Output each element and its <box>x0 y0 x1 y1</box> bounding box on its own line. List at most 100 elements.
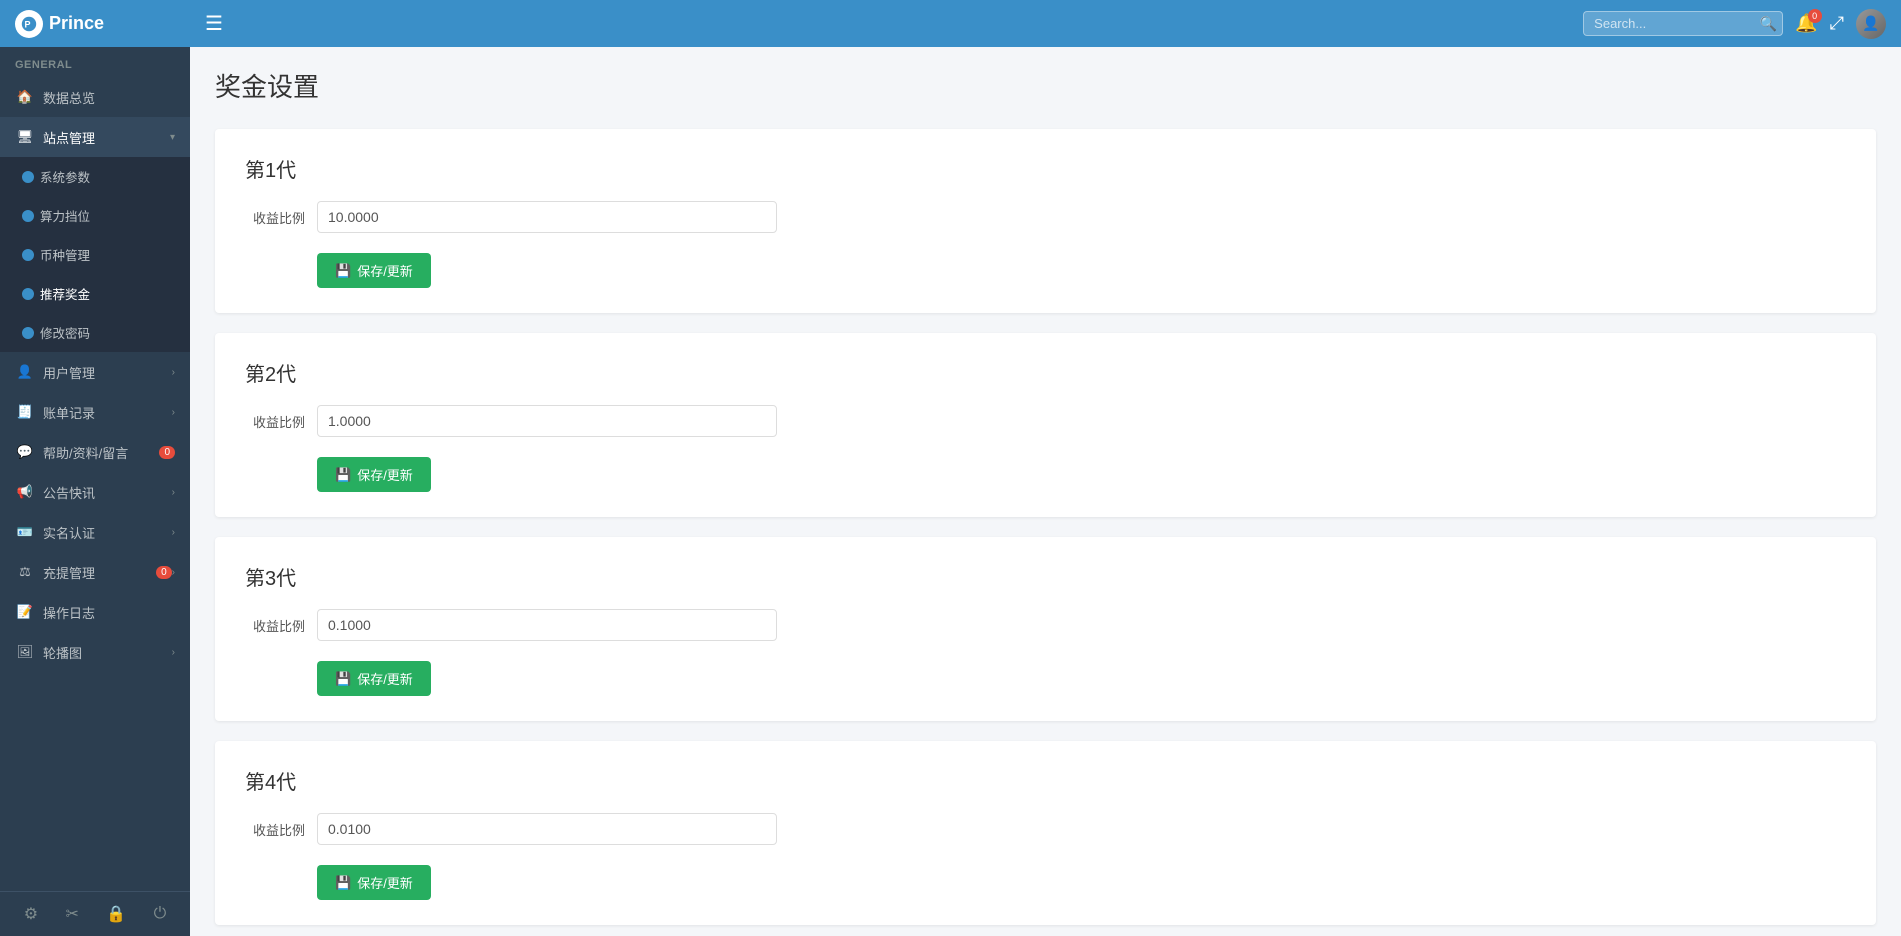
lock-icon[interactable]: 🔒 <box>106 904 126 924</box>
gen-3-input[interactable] <box>317 609 777 641</box>
recharge-badge: 0 <box>156 566 172 579</box>
sidebar-submenu-site: 系统参数 算力挡位 币种管理 推荐奖金 修改密码 <box>0 157 190 352</box>
gen-4-title: 第4代 <box>245 766 1846 795</box>
sidebar-item-operation-log[interactable]: 📝 操作日志 <box>0 592 190 632</box>
sidebar-label-order-records: 账单记录 <box>43 403 172 422</box>
sidebar-label-sys-params: 系统参数 <box>40 167 175 186</box>
chevron-right-icon4: › <box>172 527 175 538</box>
chevron-right-icon: › <box>172 367 175 378</box>
gen-4-input[interactable] <box>317 813 777 845</box>
sidebar-footer: ⚙ ✂ 🔒 ⏻ <box>0 891 190 936</box>
content-area: 奖金设置 第1代 收益比例 💾 保存/更新 第2代 收益比例 💾 保存/更新 <box>190 47 1901 936</box>
gen-2-input[interactable] <box>317 405 777 437</box>
search-icon[interactable]: 🔍 <box>1760 15 1777 32</box>
app-name: Prince <box>49 13 104 34</box>
save-icon-1: 💾 <box>335 263 351 279</box>
monitor-icon: 🖥 <box>15 127 35 147</box>
gen-3-save-label: 保存/更新 <box>357 669 413 688</box>
gen-4-save-button[interactable]: 💾 保存/更新 <box>317 865 431 900</box>
sidebar-label-currency: 币种管理 <box>40 245 175 264</box>
save-icon-2: 💾 <box>335 467 351 483</box>
notification-badge: 0 <box>1808 9 1822 23</box>
menu-toggle-button[interactable]: ☰ <box>205 11 223 36</box>
sidebar-label-change-pw: 修改密码 <box>40 323 175 342</box>
gen-1-save-button[interactable]: 💾 保存/更新 <box>317 253 431 288</box>
gen-1-input[interactable] <box>317 201 777 233</box>
avatar[interactable]: 👤 <box>1856 9 1886 39</box>
sidebar-label-user-management: 用户管理 <box>43 363 172 382</box>
gen-2-label: 收益比例 <box>245 412 305 431</box>
gen-1-title: 第1代 <box>245 154 1846 183</box>
save-icon-4: 💾 <box>335 875 351 891</box>
sidebar-label-real-name: 实名认证 <box>43 523 172 542</box>
sidebar-label-site-management: 站点管理 <box>43 128 170 147</box>
sidebar-label-help: 帮助/资料/留言 <box>43 443 155 462</box>
gen-4-card: 第4代 收益比例 💾 保存/更新 <box>215 741 1876 925</box>
avatar-inner: 👤 <box>1856 9 1886 39</box>
gen-3-title: 第3代 <box>245 562 1846 591</box>
search-input[interactable] <box>1583 11 1783 36</box>
chevron-right-icon6: › <box>172 647 175 658</box>
sidebar-item-order-records[interactable]: 🧾 账单记录 › <box>0 392 190 432</box>
sidebar-label-bonus: 推荐奖金 <box>40 284 175 303</box>
sidebar-label-carousel: 轮播图 <box>43 643 172 662</box>
chevron-right-icon3: › <box>172 487 175 498</box>
sidebar-item-dashboard[interactable]: 🏠 数据总览 <box>0 77 190 117</box>
sidebar-item-change-pw[interactable]: 修改密码 <box>0 313 190 352</box>
sidebar-item-currency[interactable]: 币种管理 <box>0 235 190 274</box>
gen-3-field-row: 收益比例 <box>245 609 1846 641</box>
gen-4-label: 收益比例 <box>245 820 305 839</box>
sidebar-item-real-name[interactable]: 🪪 实名认证 › <box>0 512 190 552</box>
sidebar-item-sys-params[interactable]: 系统参数 <box>0 157 190 196</box>
sidebar-item-announcement[interactable]: 📢 公告快讯 › <box>0 472 190 512</box>
announcement-icon: 📢 <box>15 482 35 502</box>
help-icon: 💬 <box>15 442 35 462</box>
topbar: P Prince ☰ 🔍 🔔 0 ⤢ 👤 <box>0 0 1901 47</box>
help-badge: 0 <box>159 446 175 459</box>
app-logo: P Prince <box>15 10 190 38</box>
sidebar-item-bonus[interactable]: 推荐奖金 <box>0 274 190 313</box>
chevron-down-icon: ▾ <box>170 132 175 143</box>
gen-2-save-button[interactable]: 💾 保存/更新 <box>317 457 431 492</box>
gen-2-save-label: 保存/更新 <box>357 465 413 484</box>
sidebar-label-announcement: 公告快讯 <box>43 483 172 502</box>
gen-1-save-label: 保存/更新 <box>357 261 413 280</box>
sidebar-label-dashboard: 数据总览 <box>43 88 175 107</box>
home-icon: 🏠 <box>15 87 35 107</box>
gen-4-save-label: 保存/更新 <box>357 873 413 892</box>
sidebar-item-hashrate[interactable]: 算力挡位 <box>0 196 190 235</box>
sidebar-item-carousel[interactable]: 🖼 轮播图 › <box>0 632 190 672</box>
main-wrapper: GENERAL 🏠 数据总览 🖥 站点管理 ▾ 系统参数 算力挡位 币种管理 推… <box>0 47 1901 936</box>
tools-icon[interactable]: ✂ <box>65 904 78 924</box>
sidebar-item-site-management[interactable]: 🖥 站点管理 ▾ <box>0 117 190 157</box>
gen-3-save-button[interactable]: 💾 保存/更新 <box>317 661 431 696</box>
gen-1-label: 收益比例 <box>245 208 305 227</box>
sidebar: GENERAL 🏠 数据总览 🖥 站点管理 ▾ 系统参数 算力挡位 币种管理 推… <box>0 47 190 936</box>
logo-icon: P <box>15 10 43 38</box>
scale-icon: ⚖ <box>15 562 35 582</box>
sidebar-item-user-management[interactable]: 👤 用户管理 › <box>0 352 190 392</box>
gen-2-title: 第2代 <box>245 358 1846 387</box>
id-card-icon: 🪪 <box>15 522 35 542</box>
sidebar-label-operation-log: 操作日志 <box>43 603 175 622</box>
gen-3-card: 第3代 收益比例 💾 保存/更新 <box>215 537 1876 721</box>
sidebar-item-help[interactable]: 💬 帮助/资料/留言 0 <box>0 432 190 472</box>
edit-icon: 📝 <box>15 602 35 622</box>
topbar-right: 🔍 🔔 0 ⤢ 👤 <box>1583 9 1886 39</box>
sidebar-label-hashrate: 算力挡位 <box>40 206 175 225</box>
svg-text:P: P <box>25 19 31 29</box>
notification-bell[interactable]: 🔔 0 <box>1795 13 1817 34</box>
gen-1-card: 第1代 收益比例 💾 保存/更新 <box>215 129 1876 313</box>
search-box: 🔍 <box>1583 11 1783 36</box>
settings-icon[interactable]: ⚙ <box>24 904 38 924</box>
gen-2-field-row: 收益比例 <box>245 405 1846 437</box>
sidebar-item-recharge[interactable]: ⚖ 充提管理 0 › <box>0 552 190 592</box>
gen-1-field-row: 收益比例 <box>245 201 1846 233</box>
chevron-right-icon5: › <box>172 567 175 578</box>
save-icon-3: 💾 <box>335 671 351 687</box>
image-icon: 🖼 <box>15 642 35 662</box>
expand-button[interactable]: ⤢ <box>1830 13 1844 34</box>
receipt-icon: 🧾 <box>15 402 35 422</box>
chevron-right-icon2: › <box>172 407 175 418</box>
power-icon[interactable]: ⏻ <box>154 905 167 923</box>
